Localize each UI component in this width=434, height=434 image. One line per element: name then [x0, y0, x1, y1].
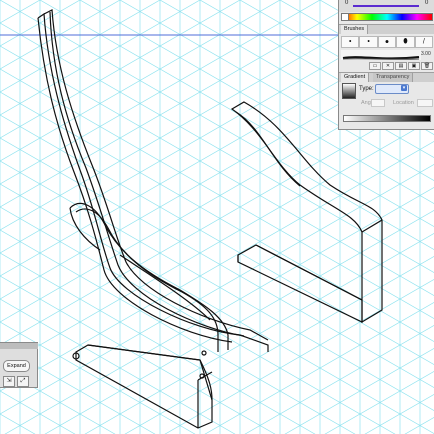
color-slider-track[interactable]: [353, 5, 419, 7]
type-label: Type:: [359, 86, 374, 92]
brush-dot-icon: •: [348, 38, 352, 46]
color-slider-row: 0 0: [339, 0, 434, 12]
resize-icon[interactable]: ⇲: [3, 376, 15, 387]
gradient-tabbar: Gradient Transparency: [339, 72, 434, 82]
angle-field[interactable]: [371, 99, 385, 107]
slider-value-right: 0: [425, 0, 429, 6]
brush-cell[interactable]: ●: [377, 36, 397, 48]
delete-brush-icon[interactable]: 🗑: [421, 62, 433, 70]
tab-transparency[interactable]: Transparency: [373, 73, 414, 82]
brush-library-icon[interactable]: ▭: [369, 62, 381, 70]
location-field[interactable]: [417, 99, 433, 107]
brush-cells-row: • • ● ⬮ /: [341, 36, 434, 48]
new-brush-icon[interactable]: ▣: [408, 62, 420, 70]
gradient-swatch[interactable]: [342, 83, 356, 99]
panel-titlebar[interactable]: [0, 343, 38, 349]
brush-cell[interactable]: •: [341, 36, 360, 48]
brush-round-icon: ●: [384, 38, 390, 46]
floating-panel-left: Expand ⇲ ⤢: [0, 342, 38, 388]
gradient-slider-bar[interactable]: [343, 115, 431, 122]
white-swatch[interactable]: [341, 13, 349, 21]
expand-diagonal-icon[interactable]: ⤢: [17, 376, 29, 387]
floating-panel-right: 0 0 Brushes • • ● ⬮ / 3.00 ▭ ✕ ▤ ▣ 🗑 Gra…: [338, 0, 434, 130]
brush-oval-icon: ⬮: [403, 38, 408, 45]
remove-stroke-icon[interactable]: ✕: [382, 62, 394, 70]
expand-button[interactable]: Expand: [3, 360, 30, 372]
brush-stroke-preview[interactable]: [341, 50, 421, 60]
brushes-tabbar: Brushes: [339, 24, 434, 34]
brush-cell[interactable]: •: [359, 36, 378, 48]
color-spectrum-bar[interactable]: [341, 13, 433, 21]
brush-tools-row: ▭ ✕ ▤ ▣ 🗑: [369, 62, 433, 70]
brush-cell[interactable]: ⬮: [396, 36, 415, 48]
gradient-type-select[interactable]: ▾: [375, 84, 409, 94]
brush-options-icon[interactable]: ▤: [395, 62, 407, 70]
brush-slash-icon: /: [422, 38, 425, 46]
chevron-down-icon: ▾: [401, 85, 407, 91]
tab-gradient[interactable]: Gradient: [341, 73, 370, 82]
slider-value-left: 0: [345, 0, 349, 6]
brush-cell[interactable]: /: [414, 36, 434, 48]
location-label: Location: [393, 100, 414, 106]
brush-size-label: 3.00: [421, 51, 431, 57]
tab-brushes[interactable]: Brushes: [341, 25, 369, 34]
brush-dot-icon: •: [367, 38, 370, 46]
